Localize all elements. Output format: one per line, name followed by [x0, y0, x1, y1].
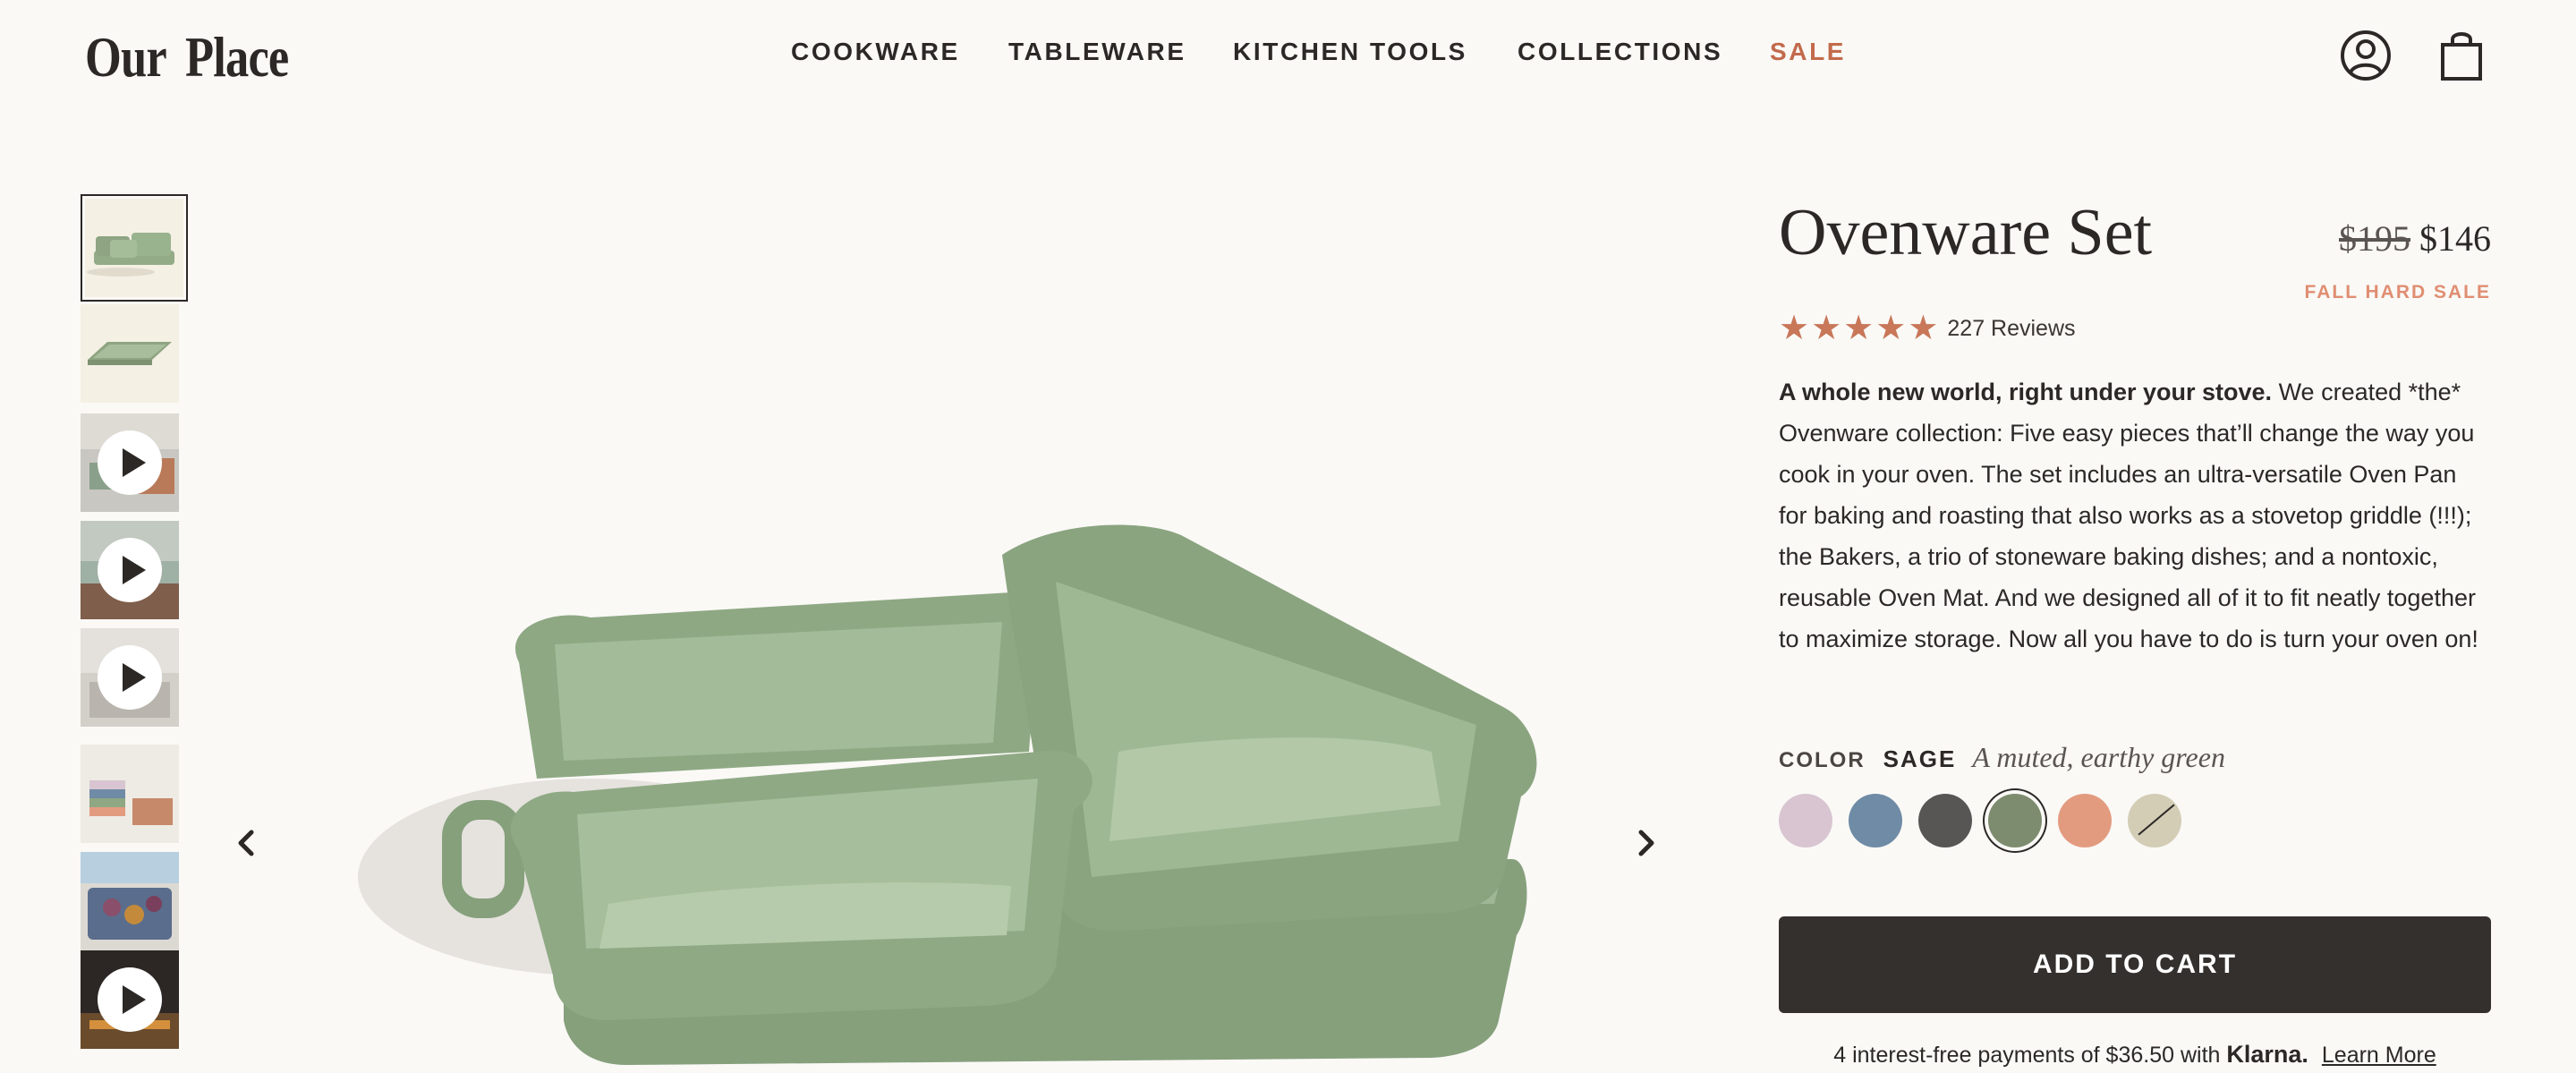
product-price: $195 $146 — [2339, 217, 2491, 260]
star-icon: ★ — [1908, 310, 1939, 347]
account-icon[interactable] — [2339, 27, 2393, 84]
thumbnail-image-ovenware-set[interactable] — [81, 194, 188, 302]
swatch-lavender[interactable] — [1779, 794, 1832, 847]
swatch-sage[interactable] — [1988, 794, 2042, 847]
next-image-button[interactable] — [1628, 823, 1664, 863]
nav-item-cookware[interactable]: COOKWARE — [791, 34, 960, 70]
main-product-image — [268, 483, 1575, 1069]
star-icon: ★ — [1779, 310, 1810, 347]
klarna-logo: Klarna. — [2226, 1041, 2308, 1068]
star-icon: ★ — [1811, 310, 1842, 347]
chevron-left-icon — [238, 830, 254, 856]
thumbnail-video-2[interactable] — [81, 521, 179, 619]
sale-price: $146 — [2419, 218, 2491, 259]
nav-item-sale[interactable]: SALE — [1770, 34, 1846, 70]
thumbnail-video-4[interactable] — [81, 950, 179, 1049]
prev-image-button[interactable] — [228, 823, 264, 863]
rating[interactable]: ★ ★ ★ ★ ★ 227 Reviews — [1779, 309, 2076, 348]
swatch-blue[interactable] — [1849, 794, 1902, 847]
bag-icon[interactable] — [2439, 27, 2493, 84]
main-nav: COOKWARE TABLEWARE KITCHEN TOOLS COLLECT… — [0, 34, 2576, 70]
sold-out-strike — [2138, 804, 2175, 836]
original-price: $195 — [2339, 218, 2410, 259]
learn-more-link[interactable]: Learn More — [2322, 1043, 2436, 1068]
thumbnail-image-stacked[interactable] — [81, 745, 179, 843]
sale-badge: FALL HARD SALE — [2304, 282, 2491, 302]
swatch-charcoal[interactable] — [1918, 794, 1972, 847]
description-body: We created *the* Ovenware collection: Fi… — [1779, 379, 2478, 652]
play-icon — [98, 967, 162, 1032]
swatch-coral[interactable] — [2058, 794, 2112, 847]
thumbnail-image-roast[interactable] — [81, 852, 179, 950]
selected-color-name: SAGE — [1883, 745, 1957, 772]
thumbnail-video-1[interactable] — [81, 413, 179, 512]
chevron-right-icon — [1638, 830, 1654, 856]
thumbnail-video-3[interactable] — [81, 628, 179, 727]
play-icon — [98, 538, 162, 602]
nav-item-kitchen-tools[interactable]: KITCHEN TOOLS — [1233, 34, 1467, 70]
play-icon — [98, 645, 162, 710]
thumbnail-image-oven-pan[interactable] — [81, 304, 179, 403]
nav-item-collections[interactable]: COLLECTIONS — [1518, 34, 1722, 70]
play-icon — [98, 430, 162, 495]
selected-color-description: A muted, earthy green — [1972, 741, 2225, 773]
description-lead: A whole new world, right under your stov… — [1779, 379, 2273, 405]
financing-text: 4 interest-free payments of $36.50 with — [1833, 1043, 2221, 1068]
financing-message: 4 interest-free payments of $36.50 with … — [1779, 1041, 2491, 1069]
swatch-cream-sold-out[interactable] — [2128, 794, 2181, 847]
color-selector-label: COLOR SAGE A muted, earthy green — [1779, 741, 2225, 780]
nav-item-tableware[interactable]: TABLEWARE — [1008, 34, 1186, 70]
product-description: A whole new world, right under your stov… — [1779, 371, 2491, 660]
product-title: Ovenware Set — [1779, 196, 2153, 269]
reviews-link[interactable]: 227 Reviews — [1947, 316, 2075, 342]
add-to-cart-button[interactable]: ADD TO CART — [1779, 916, 2491, 1013]
star-icon: ★ — [1843, 310, 1875, 347]
color-label: COLOR — [1779, 748, 1866, 772]
star-icon: ★ — [1875, 310, 1907, 347]
